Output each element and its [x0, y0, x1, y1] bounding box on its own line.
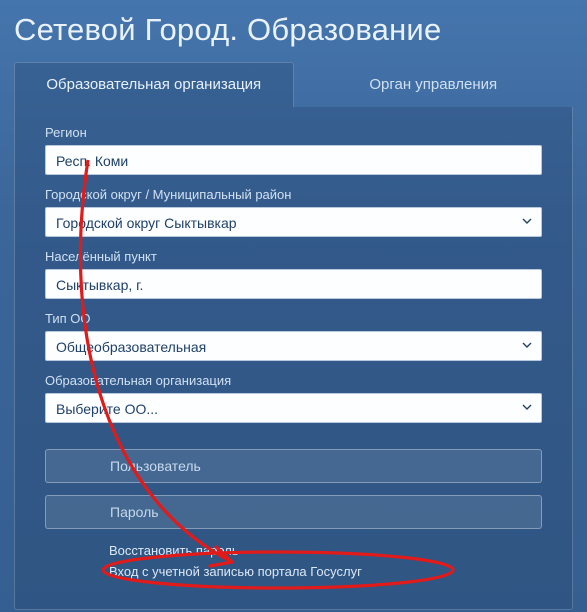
password-input[interactable] — [45, 495, 542, 529]
locality-input[interactable]: Сыктывкар, г. — [45, 269, 542, 299]
locality-label: Населённый пункт — [45, 249, 542, 264]
credentials — [45, 449, 542, 541]
tab-educational-org[interactable]: Образовательная организация — [14, 62, 294, 107]
region-label: Регион — [45, 125, 542, 140]
district-select[interactable]: Городской округ Сыктывкар — [45, 207, 542, 237]
username-input[interactable] — [45, 449, 542, 483]
tabs: Образовательная организация Орган управл… — [14, 62, 573, 107]
ootype-select[interactable]: Общеобразовательная — [45, 331, 542, 361]
ootype-label: Тип ОО — [45, 311, 542, 326]
gosuslugi-login-link[interactable]: Вход с учетной записью портала Госуслуг — [45, 564, 542, 579]
tab-governing-body[interactable]: Орган управления — [294, 62, 574, 107]
org-label: Образовательная организация — [45, 373, 542, 388]
restore-password-link[interactable]: Восстановить пароль — [45, 543, 542, 558]
form-panel: Регион Респ. Коми Городской округ / Муни… — [14, 107, 573, 610]
org-select[interactable]: Выберите ОО... — [45, 393, 542, 423]
district-label: Городской округ / Муниципальный район — [45, 187, 542, 202]
page-title: Сетевой Город. Образование — [14, 12, 573, 48]
region-input[interactable]: Респ. Коми — [45, 145, 542, 175]
